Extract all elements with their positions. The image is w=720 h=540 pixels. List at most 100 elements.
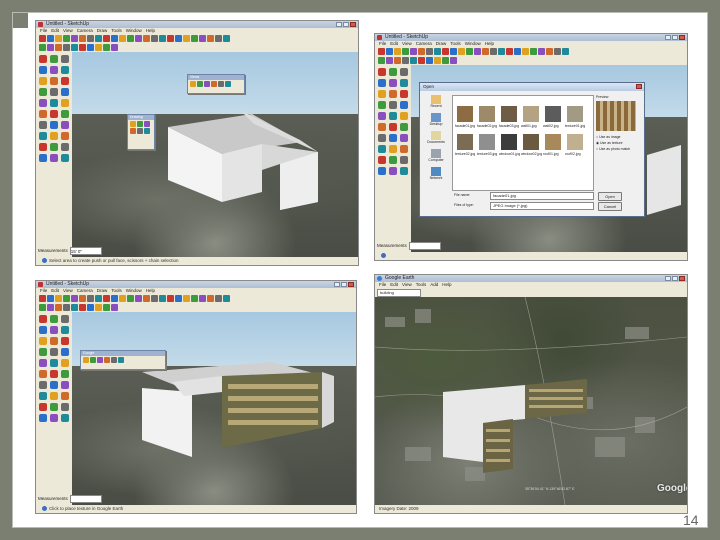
axes-icon[interactable] [522, 48, 529, 55]
circle-icon[interactable] [378, 90, 386, 98]
axes-icon[interactable] [378, 134, 386, 142]
eraser-icon[interactable] [50, 55, 58, 63]
paint-icon[interactable] [55, 295, 62, 302]
help-icon[interactable] [42, 506, 47, 512]
text-icon[interactable] [175, 295, 182, 302]
camera-icon[interactable] [225, 81, 231, 87]
menu-help[interactable]: Help [146, 28, 155, 33]
orbit-icon[interactable] [450, 57, 457, 64]
image-file-icon[interactable] [545, 106, 561, 122]
followme-icon[interactable] [47, 44, 54, 51]
eraser-icon[interactable] [50, 403, 58, 411]
eraser-icon[interactable] [50, 143, 58, 151]
orbit-icon[interactable] [389, 134, 397, 142]
offset-icon[interactable] [50, 359, 58, 367]
eraser-icon[interactable] [386, 48, 393, 55]
followme-icon[interactable] [127, 295, 134, 302]
scale-icon[interactable] [135, 35, 142, 42]
rotate-icon[interactable] [39, 44, 46, 51]
menu-help[interactable]: Help [485, 41, 494, 46]
select-icon[interactable] [39, 403, 47, 411]
arc-icon[interactable] [410, 48, 417, 55]
tape-icon[interactable] [61, 359, 69, 367]
eraser-icon[interactable] [50, 315, 58, 323]
paint-icon[interactable] [400, 156, 408, 164]
menu-add[interactable]: Add [430, 282, 438, 287]
menu-edit[interactable]: Edit [51, 288, 59, 293]
menu-edit[interactable]: Edit [390, 282, 398, 287]
rectangle-icon[interactable] [61, 414, 69, 422]
pushpull-icon[interactable] [378, 101, 386, 109]
camera-icon[interactable] [61, 392, 69, 400]
close-button[interactable] [348, 282, 354, 287]
window-titlebar[interactable]: Untitled - SketchUp [36, 281, 356, 288]
close-button[interactable] [350, 22, 356, 27]
menu-draw[interactable]: Draw [97, 288, 108, 293]
pan-icon[interactable] [61, 121, 69, 129]
axes-icon[interactable] [442, 57, 449, 64]
eraser-icon[interactable] [47, 295, 54, 302]
orbit-icon[interactable] [111, 44, 118, 51]
scale-icon[interactable] [39, 359, 47, 367]
arc-icon[interactable] [50, 326, 58, 334]
text-icon[interactable] [61, 110, 69, 118]
image-file-icon[interactable] [523, 134, 539, 150]
line-icon[interactable] [63, 295, 70, 302]
orbit-icon[interactable] [111, 304, 118, 311]
axes-icon[interactable] [183, 295, 190, 302]
dimension-icon[interactable] [159, 35, 166, 42]
rectangle-icon[interactable] [400, 167, 408, 175]
camera-icon[interactable] [223, 295, 230, 302]
minimize-button[interactable] [334, 282, 340, 287]
axes-icon[interactable] [39, 381, 47, 389]
paint-icon[interactable] [61, 143, 69, 151]
menu-help[interactable]: Help [442, 282, 451, 287]
offset-icon[interactable] [63, 304, 70, 311]
menu-tools[interactable]: Tools [111, 28, 122, 33]
paint-icon[interactable] [61, 315, 69, 323]
text-icon[interactable] [434, 57, 441, 64]
axes-icon[interactable] [39, 121, 47, 129]
floating-palette-drawing[interactable]: Drawing [127, 114, 155, 150]
offset-icon[interactable] [143, 35, 150, 42]
select-icon[interactable] [39, 315, 47, 323]
polygon-icon[interactable] [50, 77, 58, 85]
pushpull-icon[interactable] [450, 48, 457, 55]
offset-icon[interactable] [482, 48, 489, 55]
measurements-input[interactable] [69, 494, 102, 503]
sidebar-item-recent[interactable]: Recent [423, 95, 449, 111]
circle-icon[interactable] [87, 35, 94, 42]
move-icon[interactable] [61, 337, 69, 345]
image-file-icon[interactable] [479, 134, 495, 150]
menu-window[interactable]: Window [126, 28, 142, 33]
select-icon[interactable] [378, 156, 386, 164]
polygon-icon[interactable] [389, 90, 397, 98]
followme-icon[interactable] [127, 35, 134, 42]
zoom-icon[interactable] [546, 48, 553, 55]
minimize-button[interactable] [665, 276, 671, 281]
orbit-icon[interactable] [197, 81, 203, 87]
pan-icon[interactable] [400, 134, 408, 142]
zoom-extents-icon[interactable] [215, 35, 222, 42]
rotate-icon[interactable] [39, 304, 46, 311]
move-icon[interactable] [103, 295, 110, 302]
pan-icon[interactable] [538, 48, 545, 55]
maximize-button[interactable] [672, 276, 678, 281]
arc-icon[interactable] [50, 66, 58, 74]
offset-icon[interactable] [389, 112, 397, 120]
text-icon[interactable] [514, 48, 521, 55]
help-icon[interactable] [42, 258, 47, 264]
circle-icon[interactable] [426, 48, 433, 55]
zoom-extents-icon[interactable] [389, 145, 397, 153]
image-file-icon[interactable] [545, 134, 561, 150]
maximize-button[interactable] [341, 282, 347, 287]
line-icon[interactable] [39, 326, 47, 334]
rectangle-icon[interactable] [61, 154, 69, 162]
pan-icon[interactable] [144, 121, 150, 127]
text-icon[interactable] [400, 123, 408, 131]
help-icon[interactable] [381, 253, 386, 259]
paint-icon[interactable] [394, 48, 401, 55]
protractor-icon[interactable] [167, 35, 174, 42]
camera-icon[interactable] [144, 128, 150, 134]
scale-icon[interactable] [135, 295, 142, 302]
